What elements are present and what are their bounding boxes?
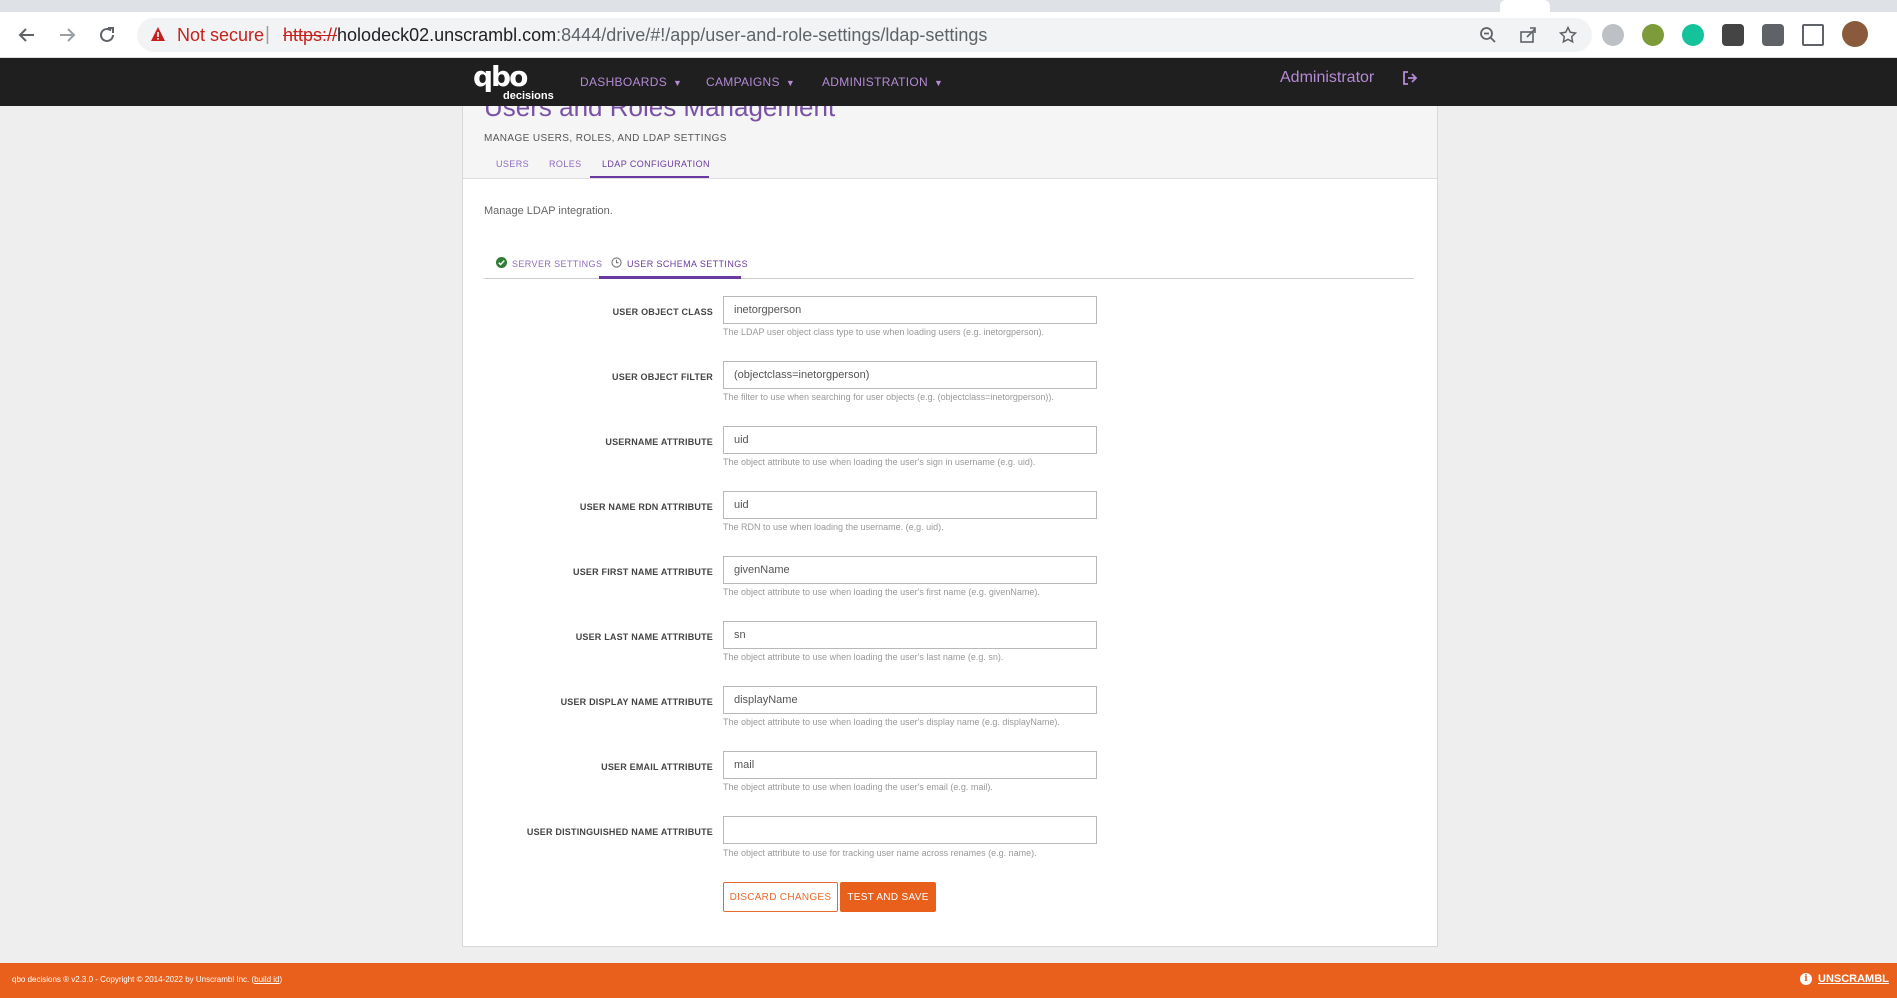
- card-header: Users and Roles Management MANAGE USERS,…: [463, 106, 1437, 179]
- field-help: The object attribute to use when loading…: [723, 717, 1060, 727]
- caret-down-icon: ▼: [673, 78, 683, 88]
- caret-down-icon: ▼: [933, 78, 944, 88]
- user-object-class-input[interactable]: [723, 296, 1097, 324]
- info-icon: i: [1800, 973, 1812, 985]
- profile-avatar[interactable]: [1842, 21, 1868, 47]
- tab-users[interactable]: USERS: [496, 159, 529, 169]
- url-scheme: https://: [283, 25, 338, 45]
- side-panel-icon[interactable]: [1802, 24, 1824, 46]
- active-tab-indicator: [590, 176, 709, 178]
- current-user[interactable]: Administrator: [1280, 69, 1374, 87]
- field-help: The RDN to use when loading the username…: [723, 522, 944, 532]
- subtab-user-schema-settings[interactable]: USER SCHEMA SETTINGS: [611, 257, 748, 270]
- tab-ldap-configuration[interactable]: LDAP CONFIGURATION: [602, 159, 710, 169]
- active-subtab-indicator: [599, 276, 741, 279]
- test-and-save-button[interactable]: TEST AND SAVE: [840, 882, 936, 912]
- qbo-decisions-logo[interactable]: qbo decisions: [473, 60, 554, 103]
- field-label: USER OBJECT FILTER: [612, 372, 713, 382]
- url-path: :8444/drive/#!/app/user-and-role-setting…: [556, 25, 988, 45]
- user-email-attribute-input[interactable]: [723, 751, 1097, 779]
- extension-u-icon[interactable]: [1602, 24, 1624, 46]
- copyright-prefix: qbo decisions ® v2.3.0 - Copyright © 201…: [12, 975, 255, 984]
- logo-mark: qbo: [473, 60, 528, 93]
- menu-administration-label: ADMINISTRATION: [822, 75, 928, 89]
- security-status[interactable]: Not secure: [177, 25, 264, 46]
- url-text[interactable]: https://holodeck02.unscrambl.com:8444/dr…: [283, 25, 987, 46]
- subtab-server-settings-label: SERVER SETTINGS: [512, 258, 603, 269]
- username-attribute-input[interactable]: [723, 426, 1097, 454]
- back-arrow-icon[interactable]: [14, 22, 40, 48]
- user-last-name-attribute-input[interactable]: [723, 621, 1097, 649]
- copyright-suffix: ): [279, 975, 283, 984]
- zoom-out-icon[interactable]: [1478, 26, 1498, 46]
- browser-chrome: Not secure | https://holodeck02.unscramb…: [0, 0, 1897, 58]
- user-first-name-attribute-input[interactable]: [723, 556, 1097, 584]
- tab-roles[interactable]: ROLES: [549, 159, 582, 169]
- field-label: USER DISTINGUISHED NAME ATTRIBUTE: [526, 827, 713, 837]
- extension-bug-icon[interactable]: [1642, 24, 1664, 46]
- check-circle-icon: [496, 257, 507, 270]
- extensions-puzzle-icon[interactable]: [1762, 24, 1784, 46]
- field-label: USER NAME RDN ATTRIBUTE: [579, 502, 713, 512]
- field-help: The filter to use when searching for use…: [723, 392, 1054, 402]
- subtab-server-settings[interactable]: SERVER SETTINGS: [496, 257, 602, 270]
- warning-triangle-icon: [150, 26, 166, 47]
- clock-circle-icon: [611, 257, 622, 270]
- field-label: USER OBJECT CLASS: [612, 307, 713, 317]
- field-label: USERNAME ATTRIBUTE: [605, 437, 713, 447]
- page-subtitle: MANAGE USERS, ROLES, AND LDAP SETTINGS: [484, 133, 727, 144]
- field-help: The object attribute to use when loading…: [723, 652, 1004, 662]
- field-help: The object attribute to use when loading…: [723, 782, 993, 792]
- discard-changes-button[interactable]: DISCARD CHANGES: [723, 882, 838, 912]
- logo-subtitle: decisions: [503, 90, 554, 102]
- build-id-link[interactable]: build id: [254, 975, 279, 984]
- field-help: The LDAP user object class type to use w…: [723, 327, 1045, 337]
- address-separator: |: [265, 24, 270, 45]
- caret-down-icon: ▼: [785, 78, 796, 88]
- menu-dashboards[interactable]: DASHBOARDS ▼: [580, 75, 682, 89]
- brand-label: UNSCRAMBL: [1818, 973, 1889, 985]
- active-browser-tab[interactable]: [1500, 0, 1550, 12]
- sign-out-icon[interactable]: [1402, 70, 1418, 91]
- copyright-text: qbo decisions ® v2.3.0 - Copyright © 201…: [12, 975, 282, 984]
- user-display-name-attribute-input[interactable]: [723, 686, 1097, 714]
- user-object-filter-input[interactable]: [723, 361, 1097, 389]
- address-bar[interactable]: Not secure | https://holodeck02.unscramb…: [137, 18, 1592, 52]
- forward-arrow-icon[interactable]: [54, 22, 80, 48]
- app-header: qbo decisions DASHBOARDS ▼ CAMPAIGNS ▼ ADM…: [0, 58, 1897, 106]
- field-label: USER FIRST NAME ATTRIBUTE: [573, 567, 713, 577]
- user-distinguished-name-attribute-input[interactable]: [723, 816, 1097, 844]
- user-name-rdn-attribute-input[interactable]: [723, 491, 1097, 519]
- menu-administration[interactable]: ADMINISTRATION ▼: [822, 75, 943, 89]
- unscrambl-link[interactable]: i UNSCRAMBL: [1800, 973, 1889, 985]
- tab-strip: [0, 0, 1897, 12]
- field-help: The object attribute to use when loading…: [723, 587, 1040, 597]
- menu-campaigns-label: CAMPAIGNS: [706, 75, 780, 89]
- intro-text: Manage LDAP integration.: [484, 205, 613, 217]
- extension-window-icon[interactable]: [1722, 24, 1744, 46]
- menu-dashboards-label: DASHBOARDS: [580, 75, 668, 89]
- grammarly-icon[interactable]: [1682, 24, 1704, 46]
- field-label: USER DISPLAY NAME ATTRIBUTE: [560, 697, 713, 707]
- share-icon[interactable]: [1518, 26, 1538, 46]
- field-help: The object attribute to use when loading…: [723, 457, 1036, 467]
- field-help: The object attribute to use for tracking…: [723, 848, 1037, 858]
- app-footer: qbo decisions ® v2.3.0 - Copyright © 201…: [0, 963, 1897, 998]
- menu-campaigns[interactable]: CAMPAIGNS ▼: [706, 75, 795, 89]
- field-label: USER LAST NAME ATTRIBUTE: [575, 632, 713, 642]
- subtab-user-schema-settings-label: USER SCHEMA SETTINGS: [627, 258, 749, 269]
- reload-icon[interactable]: [94, 22, 120, 48]
- url-host: holodeck02.unscrambl.com: [337, 25, 557, 45]
- page-title: Users and Roles Management: [484, 106, 836, 122]
- settings-card: Users and Roles Management MANAGE USERS,…: [462, 106, 1438, 947]
- field-label: USER EMAIL ATTRIBUTE: [601, 762, 713, 772]
- bookmark-star-icon[interactable]: [1558, 25, 1578, 46]
